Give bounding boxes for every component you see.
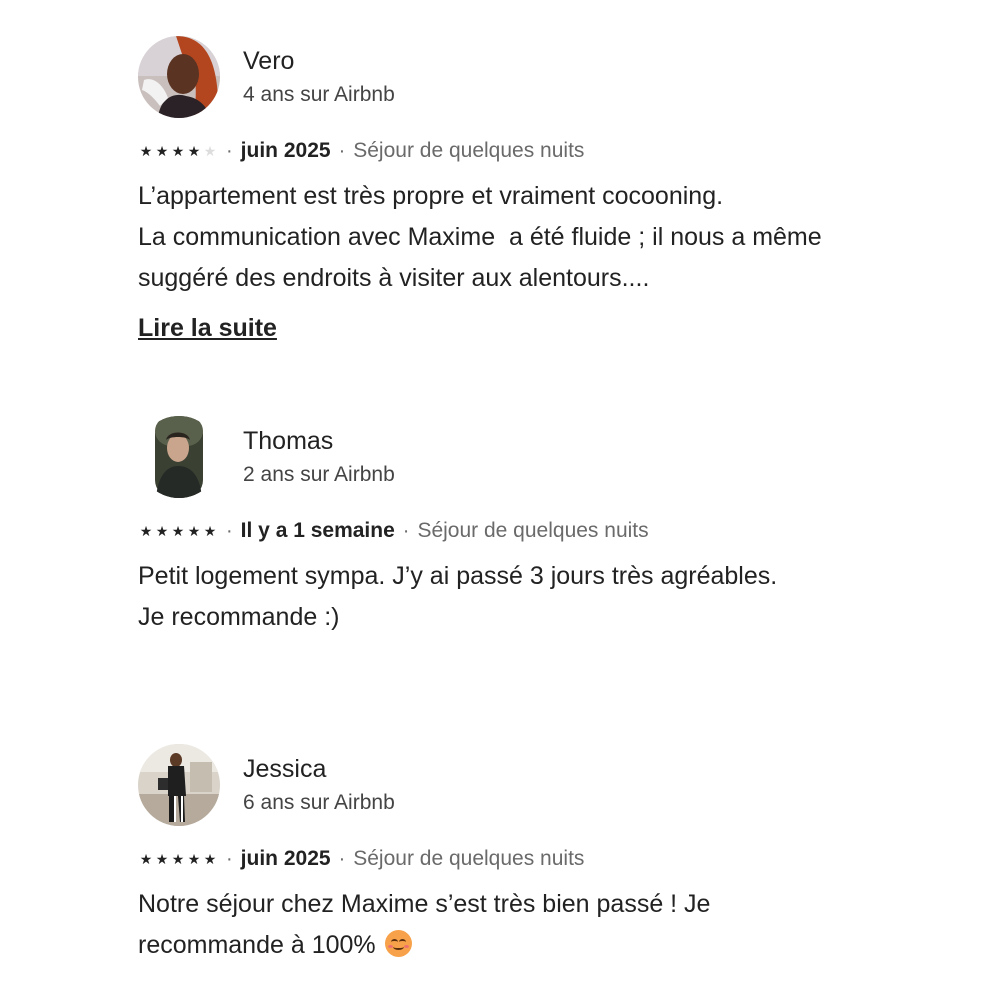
separator: · xyxy=(338,848,346,870)
star-filled-icon: ★ xyxy=(139,523,153,539)
avatar-photo xyxy=(138,36,220,118)
reviewer-header: Jessica 6 ans sur Airbnb xyxy=(138,744,918,826)
star-filled-icon: ★ xyxy=(203,851,217,867)
star-empty-icon: ★ xyxy=(203,143,217,159)
review-text-line: suggéré des endroits à visiter aux alent… xyxy=(138,264,650,292)
stay-type: Séjour de quelques nuits xyxy=(353,847,585,870)
reviewer-name: Jessica xyxy=(243,755,327,783)
review-card: Jessica 6 ans sur Airbnb ★ ★ ★ ★ ★ · juin 20… xyxy=(138,744,918,966)
review-text: Petit logement sympa. J’y ai passé 3 jou… xyxy=(138,556,918,638)
avatar-photo xyxy=(138,744,220,826)
star-filled-icon: ★ xyxy=(187,851,201,867)
star-filled-icon: ★ xyxy=(171,523,185,539)
review-text-line: recommande à 100% xyxy=(138,925,918,966)
reviewer-header: Vero 4 ans sur Airbnb xyxy=(138,36,918,118)
review-text-line: Petit logement sympa. J’y ai passé 3 jou… xyxy=(138,562,778,590)
reviews-list: Vero 4 ans sur Airbnb ★ ★ ★ ★ ★ · juin 2025 … xyxy=(0,0,1000,1000)
review-meta: ★ ★ ★ ★ ★ · Il y a 1 semaine · Séjour de que… xyxy=(138,518,918,544)
star-filled-icon: ★ xyxy=(139,851,153,867)
reviewer-name: Vero xyxy=(243,47,295,75)
stay-type: Séjour de quelques nuits xyxy=(417,519,649,542)
star-rating: ★ ★ ★ ★ ★ xyxy=(138,849,218,869)
review-text-line: L’appartement est très propre et vraimen… xyxy=(138,182,724,210)
review-meta: ★ ★ ★ ★ ★ · juin 2025 · Séjour de quelques n… xyxy=(138,138,918,164)
review-date: juin 2025 xyxy=(240,847,331,870)
avatar-photo xyxy=(138,416,220,498)
review-text-fragment: recommande à 100% xyxy=(138,931,376,959)
separator: · xyxy=(226,520,233,542)
star-filled-icon: ★ xyxy=(187,523,201,539)
avatar[interactable] xyxy=(138,416,220,498)
star-filled-icon: ★ xyxy=(171,851,185,867)
review-text-line: La communication avec Maxime a été fluid… xyxy=(138,223,822,251)
separator: · xyxy=(226,140,233,162)
separator: · xyxy=(338,140,346,162)
review-date: juin 2025 xyxy=(240,139,331,162)
read-more-link[interactable]: Lire la suite xyxy=(138,313,277,343)
stay-type: Séjour de quelques nuits xyxy=(353,139,585,162)
avatar[interactable] xyxy=(138,36,220,118)
reviewer-name: Thomas xyxy=(243,427,334,455)
star-rating: ★ ★ ★ ★ ★ xyxy=(138,521,218,541)
reviewer-tenure: 4 ans sur Airbnb xyxy=(243,83,395,106)
star-filled-icon: ★ xyxy=(155,851,169,867)
reviewer-header: Thomas 2 ans sur Airbnb xyxy=(138,416,918,498)
review-card: Vero 4 ans sur Airbnb ★ ★ ★ ★ ★ · juin 2025 … xyxy=(138,36,918,343)
reviewer-tenure: 6 ans sur Airbnb xyxy=(243,791,395,814)
separator: · xyxy=(402,520,410,542)
star-filled-icon: ★ xyxy=(155,143,169,159)
star-filled-icon: ★ xyxy=(171,143,185,159)
review-card: Thomas 2 ans sur Airbnb ★ ★ ★ ★ ★ · Il y a 1… xyxy=(138,416,918,638)
star-filled-icon: ★ xyxy=(155,523,169,539)
star-rating: ★ ★ ★ ★ ★ xyxy=(138,141,218,161)
smiling-face-emoji-icon xyxy=(384,930,412,957)
star-filled-icon: ★ xyxy=(139,143,153,159)
separator: · xyxy=(226,848,233,870)
review-text-line: Notre séjour chez Maxime s’est très bien… xyxy=(138,890,711,918)
avatar[interactable] xyxy=(138,744,220,826)
review-date: Il y a 1 semaine xyxy=(240,519,395,542)
review-text: L’appartement est très propre et vraimen… xyxy=(138,176,918,299)
review-meta: ★ ★ ★ ★ ★ · juin 2025 · Séjour de quelques n… xyxy=(138,846,918,872)
reviewer-tenure: 2 ans sur Airbnb xyxy=(243,463,395,486)
review-text: Notre séjour chez Maxime s’est très bien… xyxy=(138,884,918,966)
star-filled-icon: ★ xyxy=(187,143,201,159)
star-filled-icon: ★ xyxy=(203,523,217,539)
review-text-line: Je recommande :) xyxy=(138,603,340,631)
